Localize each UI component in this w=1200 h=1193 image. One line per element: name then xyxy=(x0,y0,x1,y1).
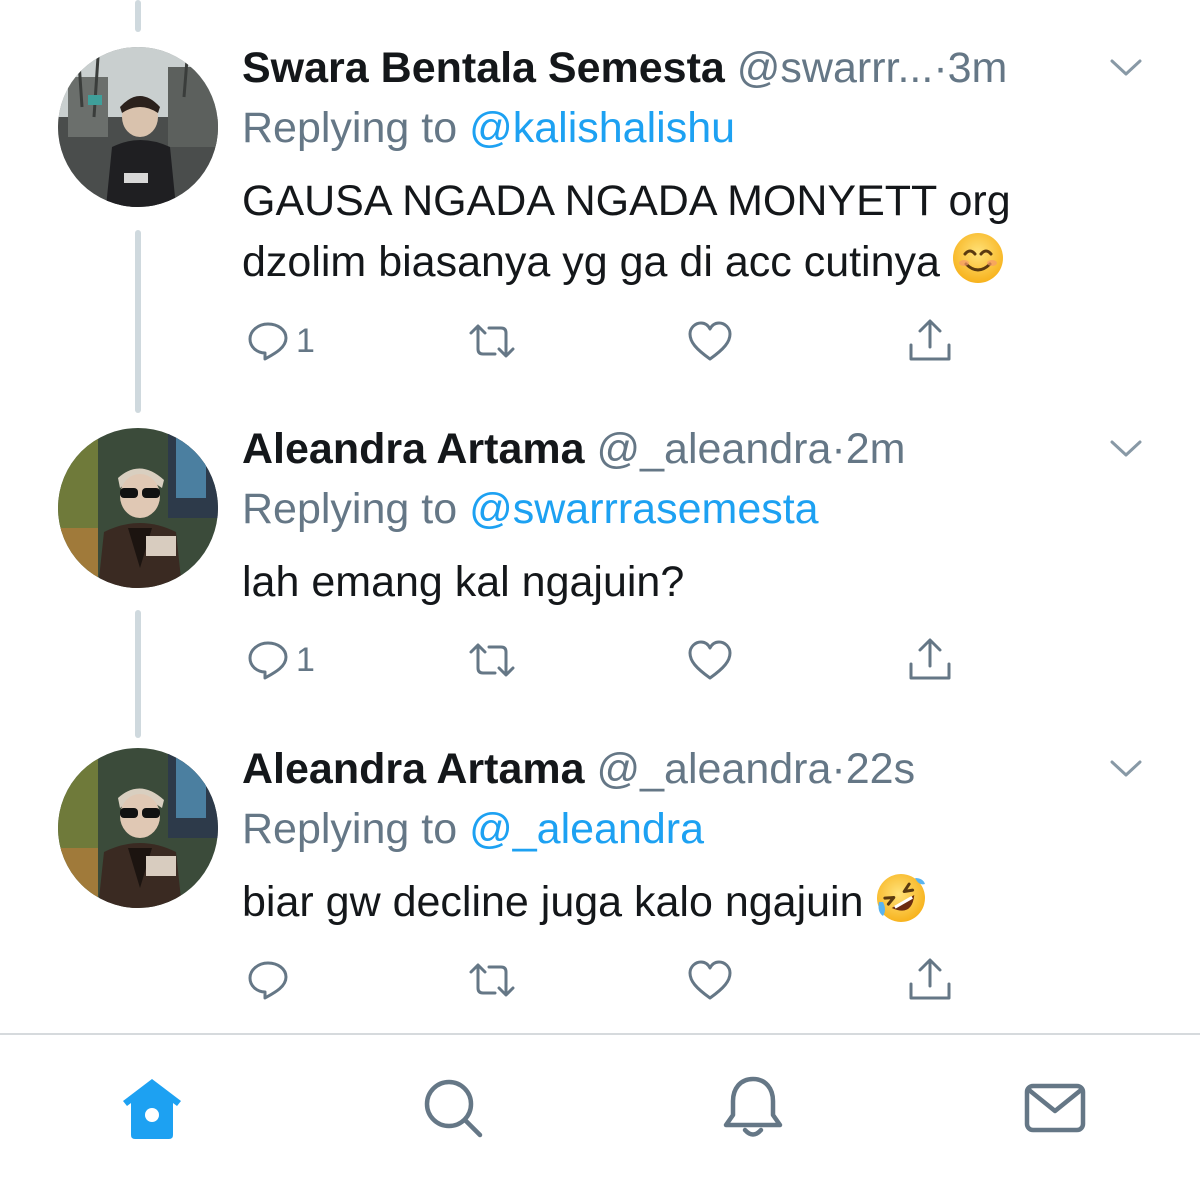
reply-icon xyxy=(248,322,288,361)
tweet-actions: 1 xyxy=(242,316,1002,366)
notifications-icon[interactable] xyxy=(718,1073,788,1143)
tweet-text-content: GAUSA NGADA NGADA MONYETT org dzolim bia… xyxy=(242,177,1011,286)
retweet-button[interactable] xyxy=(467,316,517,366)
profile-photo xyxy=(58,47,218,207)
reply-button[interactable]: 1 xyxy=(246,635,315,685)
like-button[interactable] xyxy=(686,635,734,685)
share-icon xyxy=(909,958,951,1000)
share-icon xyxy=(909,638,951,680)
chevron-down-icon[interactable] xyxy=(1106,52,1146,82)
reply-button[interactable]: 1 xyxy=(246,316,315,366)
display-name[interactable]: Aleandra Artama xyxy=(242,425,585,473)
thread-line-top xyxy=(135,0,141,32)
search-icon[interactable] xyxy=(418,1073,488,1143)
tweet-text: GAUSA NGADA NGADA MONYETT org dzolim bia… xyxy=(242,171,1122,293)
heart-icon xyxy=(688,960,732,1000)
retweet-icon xyxy=(469,643,515,677)
avatar[interactable] xyxy=(58,748,218,908)
tweet-header: Aleandra Artama @_aleandra·2m xyxy=(242,421,905,477)
tweet-text: biar gw decline juga kalo ngajuin xyxy=(242,872,1122,933)
replying-to: Replying to @kalishalishu xyxy=(242,100,735,156)
chevron-down-icon[interactable] xyxy=(1106,433,1146,463)
like-button[interactable] xyxy=(686,955,734,1005)
replying-to: Replying to @swarrrasemesta xyxy=(242,481,819,537)
tweet-header: Aleandra Artama @_aleandra·22s xyxy=(242,741,915,797)
display-name[interactable]: Aleandra Artama xyxy=(242,745,585,793)
separator: · xyxy=(831,745,846,793)
replying-to: Replying to @_aleandra xyxy=(242,801,704,857)
share-button[interactable] xyxy=(906,955,954,1005)
user-handle[interactable]: @_aleandra xyxy=(596,425,831,473)
reply-icon xyxy=(248,641,288,680)
thread-line-2 xyxy=(135,610,141,738)
tweet-text: lah emang kal ngajuin? xyxy=(242,552,1122,613)
share-button[interactable] xyxy=(906,316,954,366)
separator: · xyxy=(933,44,948,92)
retweet-button[interactable] xyxy=(467,955,517,1005)
user-handle[interactable]: @swarrr... xyxy=(737,44,934,92)
reply-count: 1 xyxy=(296,640,315,679)
replying-prefix: Replying to xyxy=(242,485,458,533)
avatar[interactable] xyxy=(58,47,218,207)
tweet-header: Swara Bentala Semesta @swarrr...·3m xyxy=(242,40,1007,96)
profile-photo xyxy=(58,428,218,588)
tweet-actions: 1 xyxy=(242,635,1002,685)
tweet-text-content: biar gw decline juga kalo ngajuin xyxy=(242,878,864,926)
replying-to-link[interactable]: @swarrrasemesta xyxy=(469,485,819,533)
retweet-icon xyxy=(469,963,515,997)
tweet-actions xyxy=(242,955,1002,1005)
display-name[interactable]: Swara Bentala Semesta xyxy=(242,44,725,92)
retweet-button[interactable] xyxy=(467,635,517,685)
avatar[interactable] xyxy=(58,428,218,588)
replying-prefix: Replying to xyxy=(242,805,458,853)
replying-to-link[interactable]: @kalishalishu xyxy=(469,104,735,152)
timestamp[interactable]: 2m xyxy=(846,425,906,473)
replying-to-link[interactable]: @_aleandra xyxy=(469,805,704,853)
rolling-on-floor-laughing-emoji xyxy=(877,874,926,922)
smiling-face-emoji xyxy=(952,233,1003,283)
bottom-tab-bar xyxy=(0,1033,1200,1193)
reply-icon xyxy=(248,961,288,1000)
reply-button[interactable] xyxy=(246,955,296,1005)
share-icon xyxy=(909,319,951,361)
timestamp[interactable]: 3m xyxy=(948,44,1008,92)
home-icon[interactable] xyxy=(117,1073,187,1143)
chevron-down-icon[interactable] xyxy=(1106,753,1146,783)
like-button[interactable] xyxy=(686,316,734,366)
profile-photo xyxy=(58,748,218,908)
tweet-text-content: lah emang kal ngajuin? xyxy=(242,558,685,606)
reply-count: 1 xyxy=(296,321,315,360)
share-button[interactable] xyxy=(906,635,954,685)
timestamp[interactable]: 22s xyxy=(846,745,915,793)
heart-icon xyxy=(688,321,732,361)
messages-icon[interactable] xyxy=(1020,1073,1090,1143)
replying-prefix: Replying to xyxy=(242,104,458,152)
heart-icon xyxy=(688,640,732,680)
separator: · xyxy=(831,425,846,473)
user-handle[interactable]: @_aleandra xyxy=(596,745,831,793)
retweet-icon xyxy=(469,324,515,358)
thread-line-1 xyxy=(135,230,141,413)
